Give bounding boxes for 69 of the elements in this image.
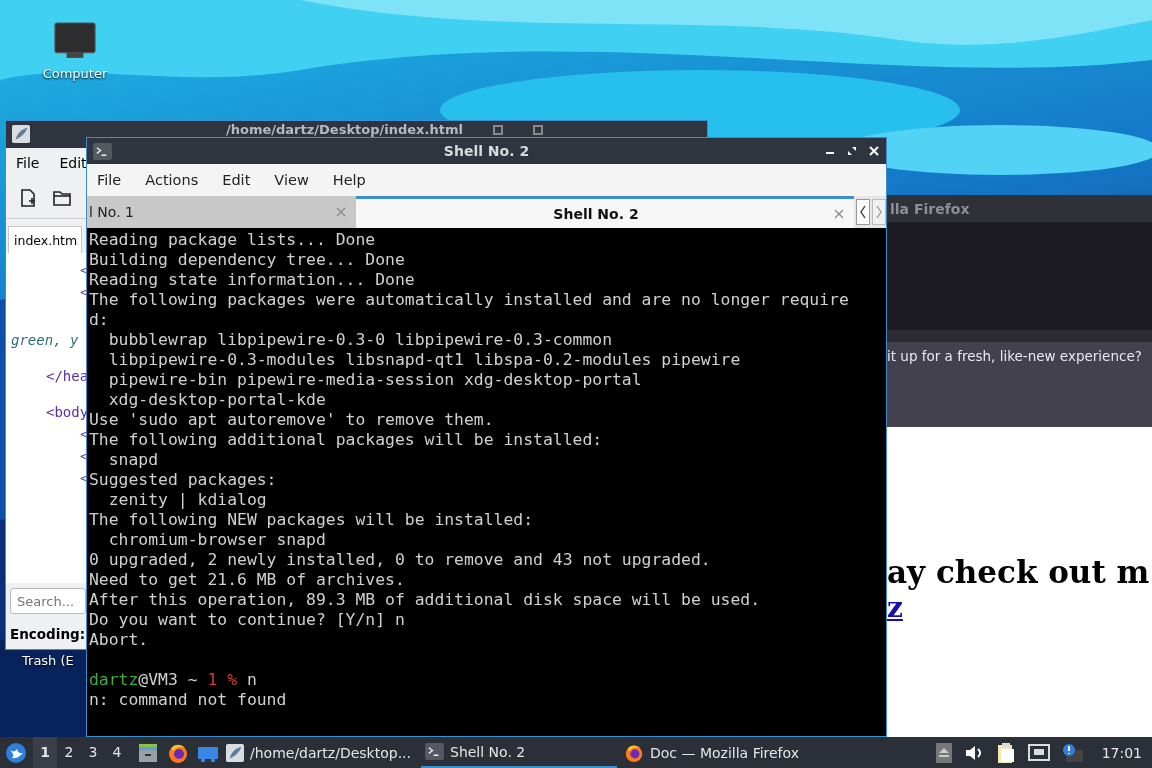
- terminal-icon: [93, 142, 112, 160]
- terminal-line: d:: [89, 310, 109, 330]
- terminal-line: Suggested packages:: [89, 470, 277, 490]
- clock[interactable]: 17:01: [1101, 744, 1142, 761]
- window-title: /home/dartz/Desktop/index.html: [226, 122, 463, 137]
- page-heading: ay check out m: [887, 553, 1150, 591]
- terminal-line: xdg-desktop-portal-kde: [107, 390, 326, 410]
- terminal-prompt: dartz@VM3 ~ 1 % n: [89, 670, 257, 690]
- code-text: <body: [46, 403, 89, 421]
- terminal-line: libpipewire-0.3-modules libsnapd-qt1 libspa-0.2-modules pipewire: [107, 350, 741, 370]
- terminal-line: n: command not found: [89, 690, 287, 710]
- desktop-switch[interactable]: 3: [81, 737, 105, 768]
- notification-icon[interactable]: [1061, 742, 1084, 763]
- terminal-line: chromium-browser snapd: [107, 530, 326, 550]
- menu-item[interactable]: Edit: [222, 172, 251, 188]
- code-text: green, y: [11, 331, 79, 349]
- terminal-line: The following NEW packages will be installed:: [89, 510, 534, 530]
- clipboard-icon[interactable]: [995, 741, 1016, 764]
- desktop-switch[interactable]: 4: [105, 737, 129, 768]
- terminal-line: Do you want to continue? [Y/n] n: [89, 610, 405, 630]
- feather-icon: [12, 125, 30, 143]
- terminal-line: bubblewrap libpipewire-0.3-0 libpipewire-0.3-common: [107, 330, 612, 350]
- file-tab[interactable]: index.htm: [8, 226, 82, 253]
- eject-icon[interactable]: [935, 742, 952, 763]
- file-cabinet-icon[interactable]: [137, 741, 159, 764]
- terminal-line: Use 'sudo apt autoremove' to remove them.: [89, 410, 494, 430]
- window-title: Shell No. 2: [443, 143, 530, 159]
- taskbar-button[interactable]: Doc — Mozilla Firefox: [620, 737, 816, 768]
- terminal-line: After this operation, 89.3 MB of additional disk space will be used.: [89, 590, 761, 610]
- terminal-line: pipewire-bin pipewire-media-session xdg-desktop-portal: [107, 370, 642, 390]
- terminal-line: snapd: [107, 450, 159, 470]
- page-link[interactable]: z: [887, 591, 903, 625]
- desktop-switch[interactable]: 1: [33, 737, 57, 768]
- terminal-line: Building dependency tree... Done: [89, 250, 405, 270]
- terminal-line: Reading state information... Done: [89, 270, 415, 290]
- maximize-button[interactable]: [846, 145, 858, 157]
- desktop-switch[interactable]: 2: [57, 737, 81, 768]
- terminal-line: Abort.: [89, 630, 149, 650]
- desktop-icon-label[interactable]: Trash (E: [22, 653, 74, 668]
- search-field[interactable]: Search...: [10, 588, 86, 614]
- feather-icon: [226, 743, 244, 762]
- menu-item[interactable]: File: [97, 172, 122, 188]
- computer-icon[interactable]: [53, 22, 97, 60]
- scroll-left-button[interactable]: [856, 199, 870, 225]
- window-title: lla Firefox: [890, 200, 970, 217]
- encoding-label: Encoding:: [10, 626, 86, 642]
- taskbar-button[interactable]: Shell No. 2: [421, 737, 617, 768]
- menu-item[interactable]: View: [274, 172, 309, 188]
- menu-item[interactable]: Edit: [59, 155, 87, 171]
- terminal-icon: [425, 743, 444, 760]
- close-button[interactable]: [868, 145, 880, 157]
- terminal-line: The following packages were automatically installed and are no longer require: [89, 290, 849, 310]
- terminal-tab[interactable]: Shell No. 2: [356, 196, 854, 228]
- menu-item[interactable]: Actions: [145, 172, 199, 188]
- network-icon[interactable]: [1027, 742, 1050, 763]
- taskbar-button[interactable]: /home/dartz/Desktop...: [222, 737, 418, 768]
- terminal-tab[interactable]: l No. 1: [87, 196, 356, 228]
- notification-text: it up for a fresh, like-new experience?: [887, 348, 1142, 364]
- close-icon[interactable]: [834, 208, 844, 219]
- terminal-line: 0 upgraded, 2 newly installed, 0 to remove and 43 not upgraded.: [89, 550, 711, 570]
- folder-icon[interactable]: [52, 188, 72, 208]
- menu-item[interactable]: File: [16, 155, 40, 171]
- terminal-line: Reading package lists... Done: [89, 230, 376, 250]
- terminal-line: The following additional packages will be installed:: [89, 430, 603, 450]
- new-file-icon[interactable]: [18, 188, 38, 208]
- terminal-line: Need to get 21.6 MB of archives.: [89, 570, 405, 590]
- terminal-line: zenity | kdialog: [107, 490, 267, 510]
- start-menu-icon[interactable]: [5, 741, 27, 764]
- menu-item[interactable]: Help: [332, 172, 366, 188]
